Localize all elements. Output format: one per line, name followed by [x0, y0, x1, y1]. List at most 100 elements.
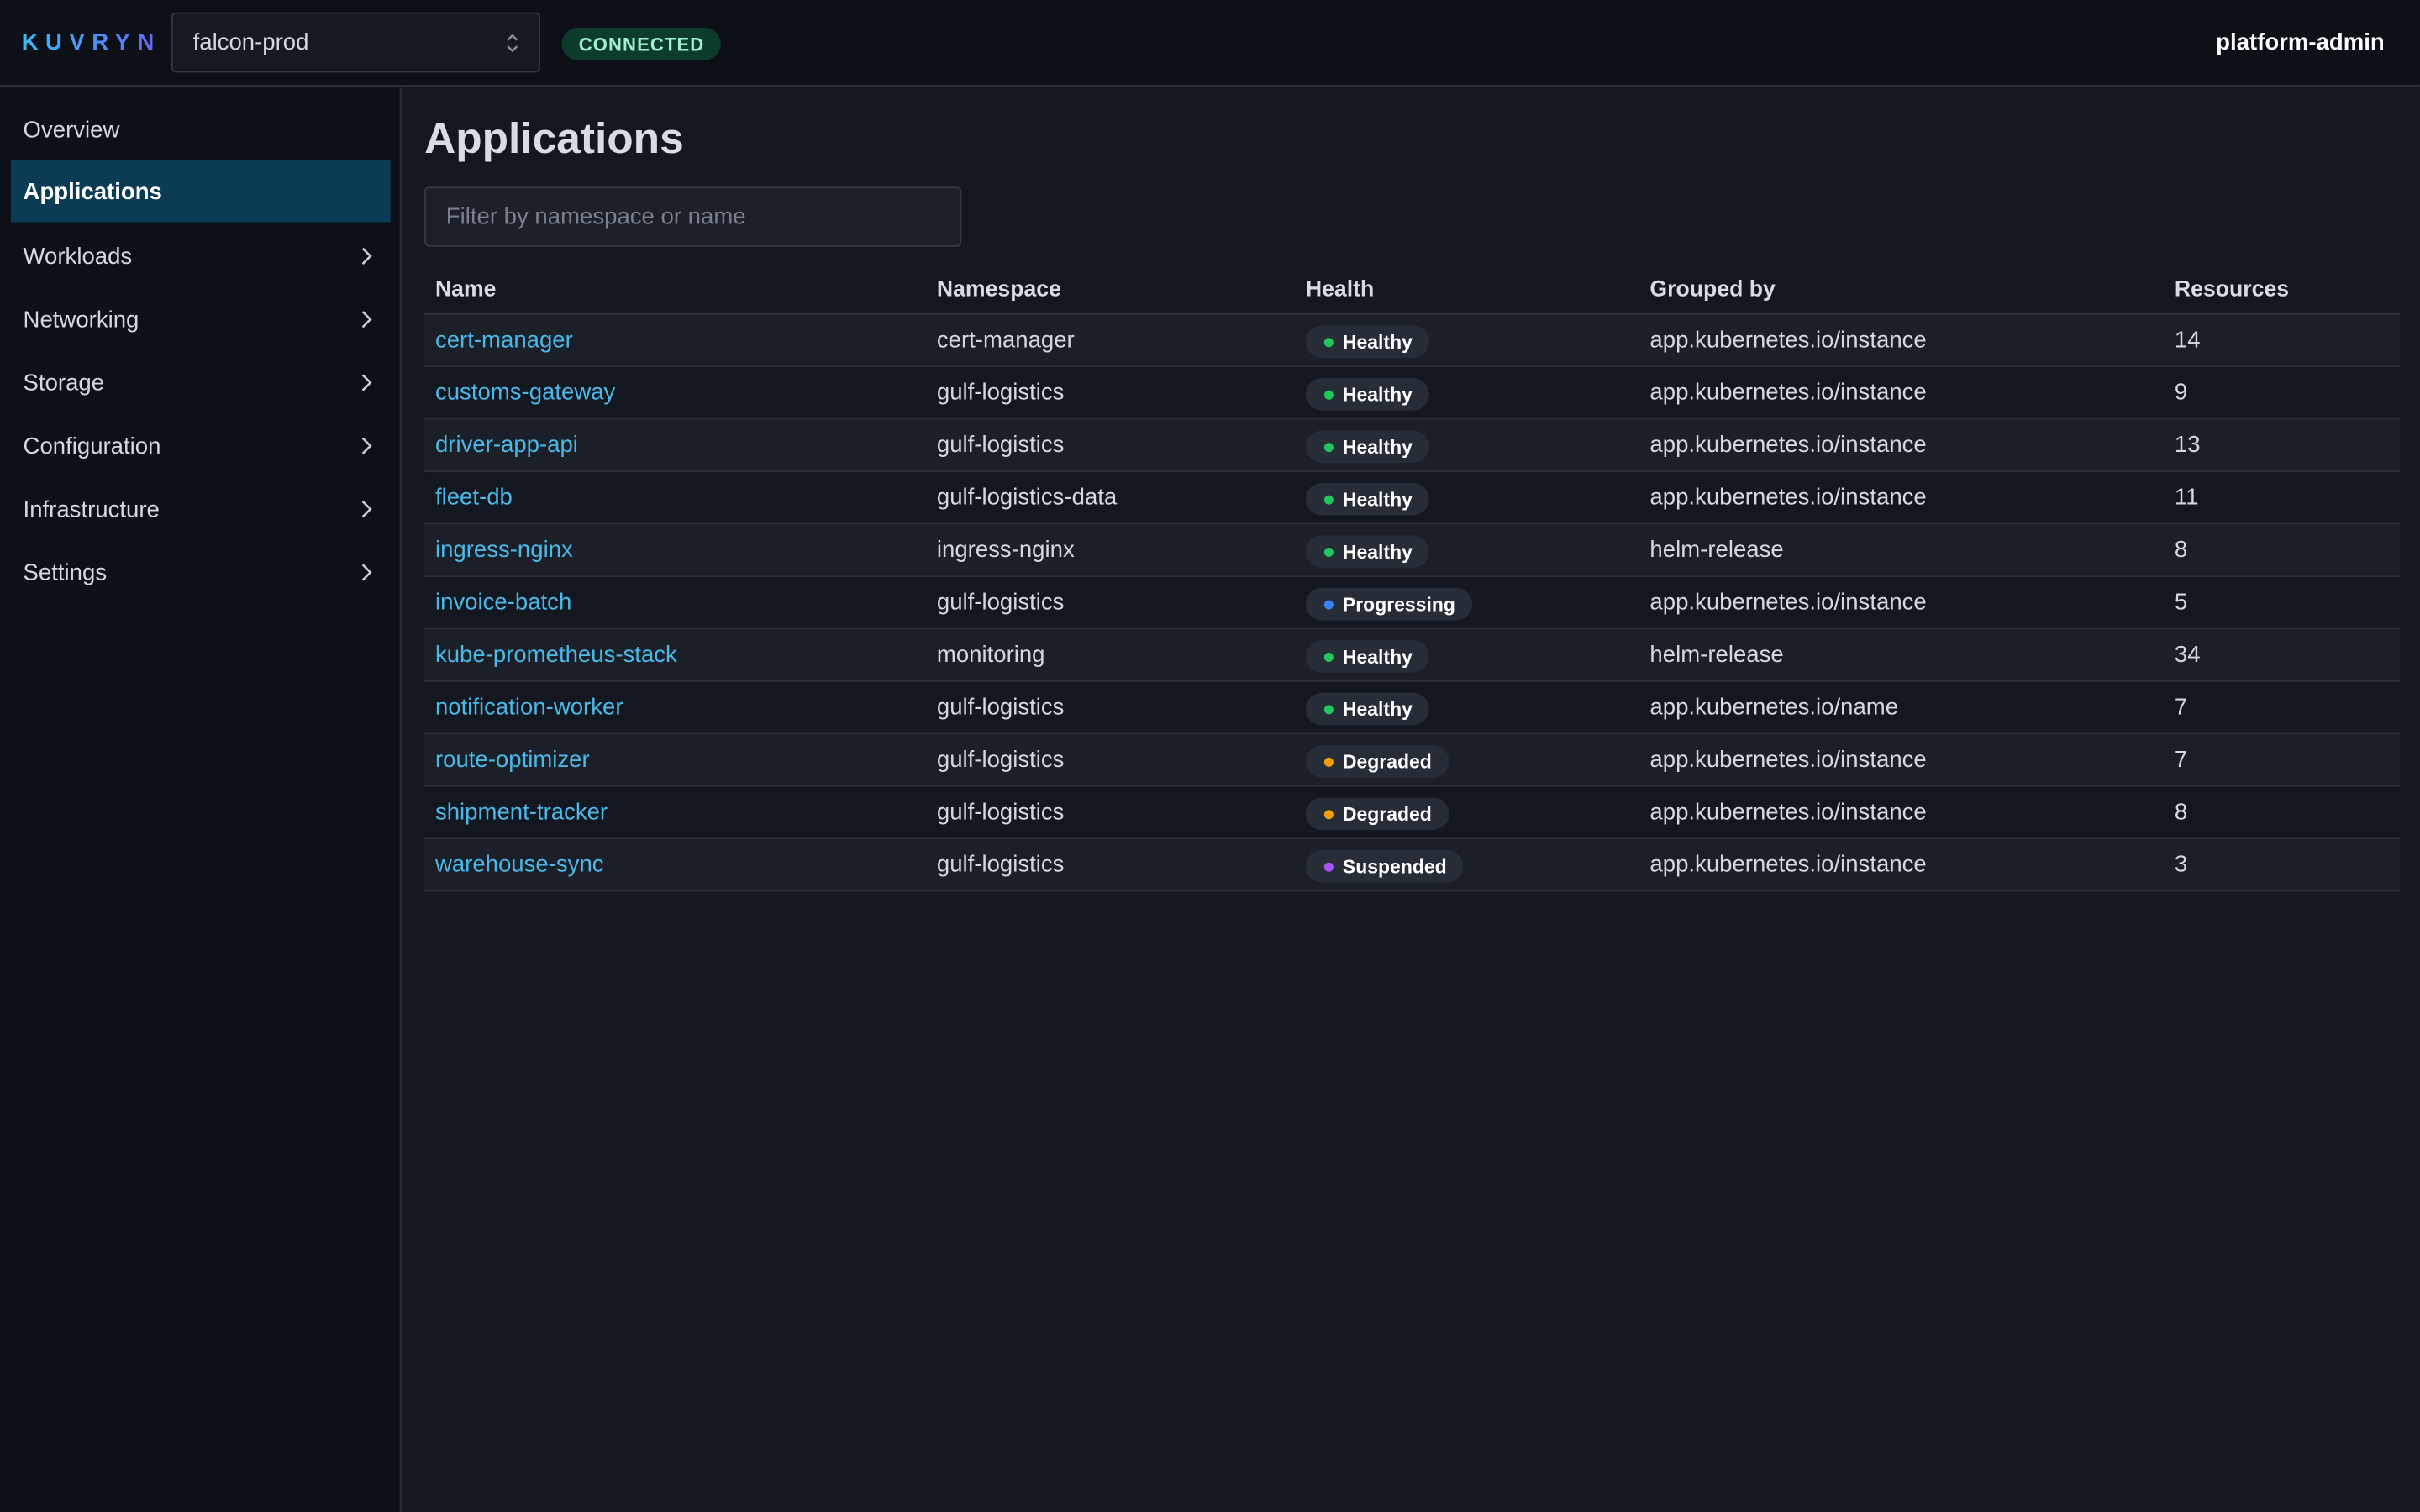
sidebar-item-applications[interactable]: Applications: [10, 160, 391, 223]
column-header-health[interactable]: Health: [1306, 278, 1374, 302]
status-dot-icon: [1323, 809, 1334, 819]
grouped-by-cell: app.kubernetes.io/instance: [1649, 379, 1927, 407]
app-name-link[interactable]: invoice-batch: [435, 590, 571, 616]
health-label: Healthy: [1342, 435, 1413, 458]
health-badge: Progressing: [1305, 587, 1473, 621]
health-label: Suspended: [1342, 855, 1447, 878]
table-row[interactable]: invoice-batch gulf-logistics Progressing ap…: [424, 576, 2401, 630]
connection-status-badge: CONNECTED: [561, 28, 722, 60]
app-name-link[interactable]: notification-worker: [435, 695, 623, 721]
resources-count-cell: 7: [2174, 694, 2188, 721]
page-title: Applications: [424, 113, 684, 162]
grouped-by-cell: app.kubernetes.io/name: [1649, 694, 1899, 721]
grouped-by-cell: helm-release: [1649, 537, 1784, 564]
app-root: KUVRYN falcon-prod CONNECTED platform-ad…: [0, 0, 2420, 1512]
sidebar: Overview Applications Workloads Networking S…: [0, 87, 402, 1512]
sidebar-item-settings[interactable]: Settings: [11, 542, 391, 603]
app-name-link[interactable]: route-optimizer: [435, 747, 590, 773]
app-name-link[interactable]: ingress-nginx: [435, 537, 573, 563]
grouped-by-cell: app.kubernetes.io/instance: [1649, 432, 1927, 459]
chevron-right-icon: [361, 437, 372, 454]
resources-count-cell: 14: [2174, 327, 2201, 354]
grouped-by-cell: app.kubernetes.io/instance: [1649, 746, 1927, 774]
table-row[interactable]: route-optimizer gulf-logistics Degraded app…: [424, 734, 2401, 787]
column-header-grouped-by[interactable]: Grouped by: [1649, 278, 1775, 302]
table-row[interactable]: fleet-db gulf-logistics-data Healthy app.ku…: [424, 472, 2401, 525]
status-dot-icon: [1323, 599, 1334, 609]
sidebar-item-workloads[interactable]: Workloads: [11, 225, 391, 286]
health-badge: Degraded: [1305, 745, 1449, 778]
user-menu[interactable]: platform-admin: [2216, 29, 2385, 55]
sidebar-item-label: Applications: [23, 178, 162, 205]
app-name-link[interactable]: driver-app-api: [435, 432, 578, 458]
resources-count-cell: 13: [2174, 432, 2201, 459]
health-label: Progressing: [1342, 593, 1455, 615]
table-row[interactable]: ingress-nginx ingress-nginx Healthy helm-re…: [424, 524, 2401, 577]
health-label: Healthy: [1342, 645, 1413, 668]
health-label: Degraded: [1342, 803, 1432, 825]
sidebar-item-infrastructure[interactable]: Infrastructure: [11, 478, 391, 539]
resources-count-cell: 9: [2174, 379, 2188, 407]
sidebar-item-configuration[interactable]: Configuration: [11, 415, 391, 476]
table-body: cert-manager cert-manager Healthy app.kuber…: [424, 314, 2401, 892]
table-row[interactable]: shipment-tracker gulf-logistics Degraded ap…: [424, 786, 2401, 840]
resources-count-cell: 7: [2174, 746, 2188, 774]
column-header-resources[interactable]: Resources: [2175, 278, 2289, 302]
main-content: Applications Name Namespace Health Group…: [402, 88, 2420, 1512]
resources-count-cell: 8: [2174, 537, 2188, 564]
logo: KUVRYN: [21, 29, 161, 56]
health-label: Healthy: [1342, 540, 1413, 563]
column-header-name[interactable]: Name: [435, 278, 497, 302]
app-name-link[interactable]: warehouse-sync: [435, 852, 604, 878]
status-dot-icon: [1323, 547, 1334, 557]
status-dot-icon: [1323, 494, 1334, 504]
grouped-by-cell: app.kubernetes.io/instance: [1649, 799, 1927, 826]
column-header-namespace[interactable]: Namespace: [937, 278, 1061, 302]
health-badge: Healthy: [1305, 482, 1430, 516]
namespace-cell: gulf-logistics: [936, 746, 1065, 774]
grouped-by-cell: app.kubernetes.io/instance: [1649, 851, 1927, 879]
table-row[interactable]: driver-app-api gulf-logistics Healthy app.k…: [424, 419, 2401, 473]
table-header: Name Namespace Health Grouped by Resourc…: [424, 265, 2401, 315]
status-dot-icon: [1323, 704, 1334, 714]
app-name-link[interactable]: kube-prometheus-stack: [435, 642, 677, 668]
chevron-right-icon: [361, 247, 372, 265]
sidebar-item-label: Workloads: [23, 243, 133, 270]
status-dot-icon: [1323, 756, 1334, 766]
health-label: Degraded: [1342, 750, 1432, 773]
health-label: Healthy: [1342, 488, 1413, 511]
sidebar-item-networking[interactable]: Networking: [11, 288, 391, 349]
status-dot-icon: [1323, 442, 1334, 452]
filter-input[interactable]: [424, 186, 962, 247]
table-row[interactable]: notification-worker gulf-logistics Healthy…: [424, 681, 2401, 735]
grouped-by-cell: helm-release: [1649, 642, 1784, 669]
health-label: Healthy: [1342, 383, 1413, 406]
sidebar-item-storage[interactable]: Storage: [11, 352, 391, 413]
sidebar-item-label: Settings: [23, 559, 108, 586]
health-badge: Healthy: [1305, 325, 1430, 359]
sidebar-item-overview[interactable]: Overview: [11, 99, 391, 160]
health-badge: Healthy: [1305, 535, 1430, 568]
app-name-link[interactable]: customs-gateway: [435, 380, 615, 406]
applications-table: Name Namespace Health Grouped by Resourc…: [424, 265, 2401, 892]
grouped-by-cell: app.kubernetes.io/instance: [1649, 327, 1927, 354]
resources-count-cell: 34: [2174, 642, 2201, 669]
table-row[interactable]: customs-gateway gulf-logistics Healthy app.…: [424, 367, 2401, 420]
namespace-cell: ingress-nginx: [936, 537, 1075, 564]
app-name-link[interactable]: shipment-tracker: [435, 799, 608, 825]
chevron-updown-icon: [507, 34, 518, 53]
app-name-link[interactable]: fleet-db: [435, 485, 513, 511]
table-row[interactable]: cert-manager cert-manager Healthy app.kuber…: [424, 314, 2401, 368]
health-badge: Healthy: [1305, 377, 1430, 411]
sidebar-item-label: Infrastructure: [23, 496, 160, 522]
status-dot-icon: [1323, 861, 1334, 871]
grouped-by-cell: app.kubernetes.io/instance: [1649, 484, 1927, 511]
app-name-link[interactable]: cert-manager: [435, 327, 573, 353]
cluster-selector-value: falcon-prod: [192, 29, 309, 56]
health-badge: Healthy: [1305, 430, 1430, 464]
table-row[interactable]: warehouse-sync gulf-logistics Suspended app…: [424, 839, 2401, 892]
namespace-cell: gulf-logistics: [936, 694, 1065, 721]
cluster-selector[interactable]: falcon-prod: [171, 12, 540, 73]
namespace-cell: gulf-logistics: [936, 589, 1065, 616]
table-row[interactable]: kube-prometheus-stack monitoring Healthy he…: [424, 629, 2401, 682]
